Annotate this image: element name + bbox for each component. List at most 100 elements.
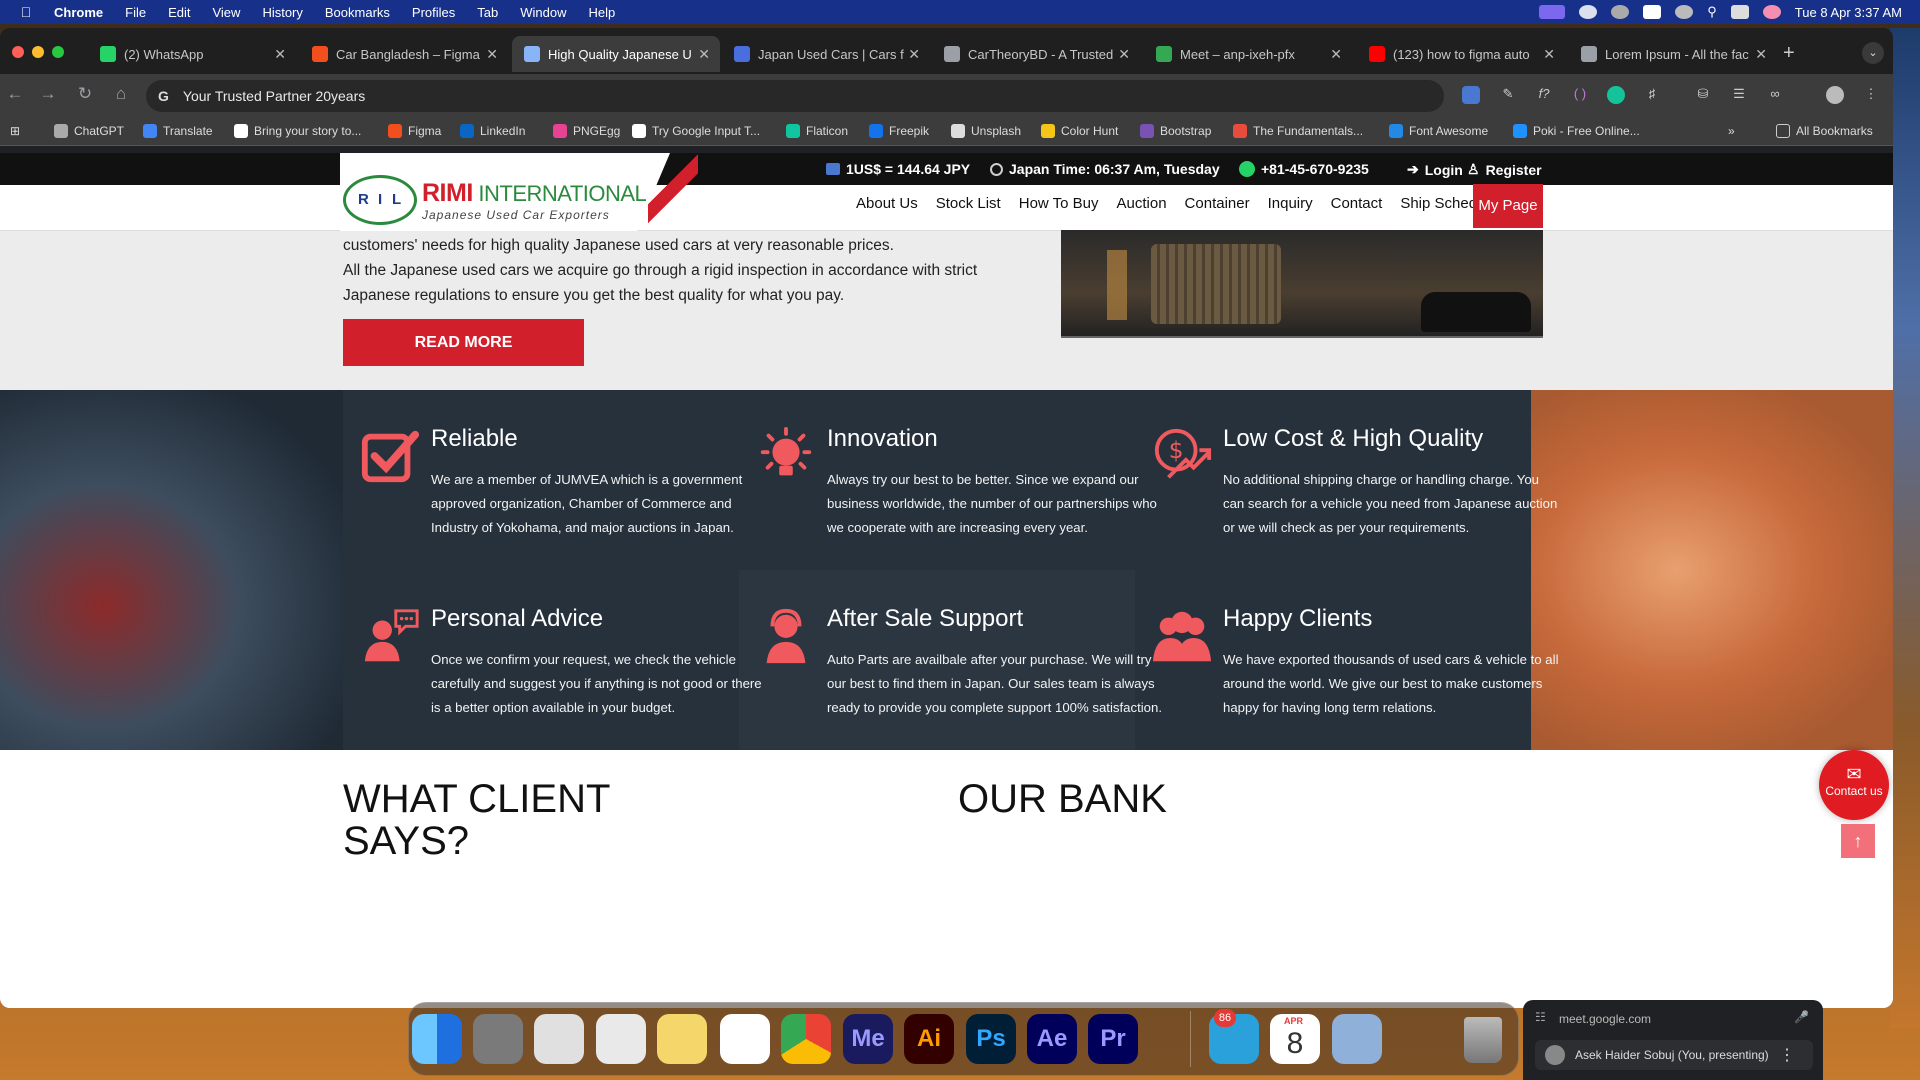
control-center-icon[interactable]: [1730, 5, 1749, 19]
tab[interactable]: (123) how to figma auto ✕: [1357, 36, 1565, 72]
contact-us-button[interactable]: ✉ Contact us: [1819, 750, 1889, 820]
finder-icon[interactable]: [412, 1014, 462, 1064]
photoshop-icon[interactable]: Ps: [966, 1014, 1016, 1064]
input-source-icon[interactable]: [1643, 5, 1662, 19]
eyedropper-icon[interactable]: ✎: [1499, 86, 1517, 104]
bookmark-item[interactable]: Color Hunt: [1041, 124, 1118, 138]
siri-icon[interactable]: [1762, 5, 1781, 19]
menu-app-name[interactable]: Chrome: [54, 5, 103, 20]
apple-icon[interactable]: : [16, 4, 36, 20]
safari-icon[interactable]: [596, 1014, 646, 1064]
screen-share-icon[interactable]: [1539, 5, 1566, 19]
chrome-icon[interactable]: [781, 1014, 831, 1064]
forward-icon[interactable]: →: [37, 84, 59, 104]
tab-close-icon[interactable]: ✕: [698, 46, 710, 63]
reload-icon[interactable]: ↻: [74, 84, 96, 104]
profile-avatar-icon[interactable]: [1826, 86, 1844, 104]
premiere-icon[interactable]: Pr: [1088, 1014, 1138, 1064]
after-effects-icon[interactable]: Ae: [1027, 1014, 1077, 1064]
chrome-menu-icon[interactable]: ⋮: [1862, 86, 1880, 104]
translate-page-icon[interactable]: ☰: [1730, 86, 1748, 104]
tab-close-icon[interactable]: ✕: [1755, 46, 1767, 63]
tab-search-icon[interactable]: ⌄: [1862, 42, 1884, 64]
bookmark-item[interactable]: PNGEgg: [553, 124, 620, 138]
minimize-window-button[interactable]: [32, 46, 44, 58]
bookmark-item[interactable]: Figma: [388, 124, 441, 138]
launchpad-icon[interactable]: [534, 1014, 584, 1064]
media-encoder-icon[interactable]: Me: [843, 1014, 893, 1064]
meet-presenter-row[interactable]: Asek Haider Sobuj (You, presenting) ⋮: [1535, 1040, 1813, 1070]
bookmark-item[interactable]: Poki - Free Online...: [1513, 124, 1640, 138]
more-bookmarks-icon[interactable]: »: [1728, 124, 1735, 138]
tab-close-icon[interactable]: ✕: [274, 46, 286, 63]
google-translate-icon[interactable]: [1462, 86, 1480, 104]
zoom-window-button[interactable]: [52, 46, 64, 58]
menu-help[interactable]: Help: [589, 5, 616, 20]
menu-tab[interactable]: Tab: [477, 5, 498, 20]
extensions-icon[interactable]: ♯: [1643, 86, 1661, 104]
close-window-button[interactable]: [12, 46, 24, 58]
incognito-icon[interactable]: ⛁: [1694, 86, 1712, 104]
nav-inquiry[interactable]: Inquiry: [1268, 195, 1313, 212]
bookmark-item[interactable]: Bring your story to...: [234, 124, 361, 138]
tab[interactable]: Japan Used Cars | Cars f ✕: [722, 36, 930, 72]
font-icon[interactable]: f?: [1535, 86, 1553, 104]
tab[interactable]: Lorem Ipsum - All the fac ✕: [1569, 36, 1777, 72]
menu-file[interactable]: File: [125, 5, 146, 20]
link-icon[interactable]: ∞: [1766, 86, 1784, 104]
nav-how-to-buy[interactable]: How To Buy: [1019, 195, 1099, 212]
grammarly-icon[interactable]: [1607, 86, 1625, 104]
tab-close-icon[interactable]: ✕: [908, 46, 920, 63]
tab[interactable]: Car Bangladesh – Figma ✕: [300, 36, 508, 72]
bookmark-item[interactable]: Try Google Input T...: [632, 124, 760, 138]
bookmark-item[interactable]: Bootstrap: [1140, 124, 1211, 138]
freeform-icon[interactable]: [720, 1014, 770, 1064]
address-bar[interactable]: G Your Trusted Partner 20years: [146, 80, 1444, 112]
trash-icon[interactable]: [1464, 1017, 1502, 1063]
tab[interactable]: High Quality Japanese U ✕: [512, 36, 720, 72]
tab-close-icon[interactable]: ✕: [1543, 46, 1555, 63]
phone-link[interactable]: +81-45-670-9235: [1239, 161, 1369, 177]
bookmark-item[interactable]: The Fundamentals...: [1233, 124, 1363, 138]
nav-container[interactable]: Container: [1185, 195, 1250, 212]
meet-url[interactable]: meet.google.com: [1559, 1012, 1651, 1026]
settings-icon[interactable]: [473, 1014, 523, 1064]
all-bookmarks-button[interactable]: All Bookmarks: [1776, 124, 1873, 138]
my-page-button[interactable]: My Page: [1473, 184, 1543, 228]
mic-icon[interactable]: 🎤: [1794, 1010, 1809, 1024]
read-more-button[interactable]: READ MORE: [343, 319, 584, 366]
tab-close-icon[interactable]: ✕: [486, 46, 498, 63]
menu-clock[interactable]: Tue 8 Apr 3:37 AM: [1795, 5, 1902, 20]
more-options-icon[interactable]: ⋮: [1779, 1045, 1795, 1065]
menu-bookmarks[interactable]: Bookmarks: [325, 5, 390, 20]
apps-grid-icon[interactable]: ⊞: [10, 124, 20, 138]
tab[interactable]: (2) WhatsApp ✕: [88, 36, 296, 72]
spotlight-search-icon[interactable]: ⚲: [1707, 4, 1717, 20]
preview-icon[interactable]: [1332, 1014, 1382, 1064]
nav-auction[interactable]: Auction: [1117, 195, 1167, 212]
tab[interactable]: Meet – anp-ixeh-pfx ✕: [1144, 36, 1352, 72]
nav-about-us[interactable]: About Us: [856, 195, 918, 212]
menu-profiles[interactable]: Profiles: [412, 5, 455, 20]
new-tab-button[interactable]: +: [1783, 42, 1795, 65]
menu-view[interactable]: View: [212, 5, 240, 20]
site-logo[interactable]: R I L RIMI INTERNATIONAL Japanese Used C…: [340, 153, 670, 231]
bookmark-item[interactable]: LinkedIn: [460, 124, 525, 138]
tab-close-icon[interactable]: ✕: [1118, 46, 1130, 63]
back-icon[interactable]: ←: [4, 84, 26, 104]
notes-icon[interactable]: [657, 1014, 707, 1064]
bookmark-item[interactable]: Flaticon: [786, 124, 848, 138]
bookmark-item[interactable]: ChatGPT: [54, 124, 124, 138]
bookmark-item[interactable]: Translate: [143, 124, 213, 138]
bookmark-item[interactable]: Font Awesome: [1389, 124, 1488, 138]
menu-window[interactable]: Window: [520, 5, 566, 20]
sync-icon[interactable]: [1579, 5, 1598, 19]
wifi-icon[interactable]: [1675, 5, 1694, 19]
home-icon[interactable]: ⌂: [110, 84, 132, 104]
creative-cloud-icon[interactable]: [1611, 5, 1630, 19]
tab-close-icon[interactable]: ✕: [1330, 46, 1342, 63]
bookmark-item[interactable]: Freepik: [869, 124, 929, 138]
nav-contact[interactable]: Contact: [1331, 195, 1383, 212]
menu-history[interactable]: History: [262, 5, 302, 20]
bookmark-item[interactable]: Unsplash: [951, 124, 1021, 138]
